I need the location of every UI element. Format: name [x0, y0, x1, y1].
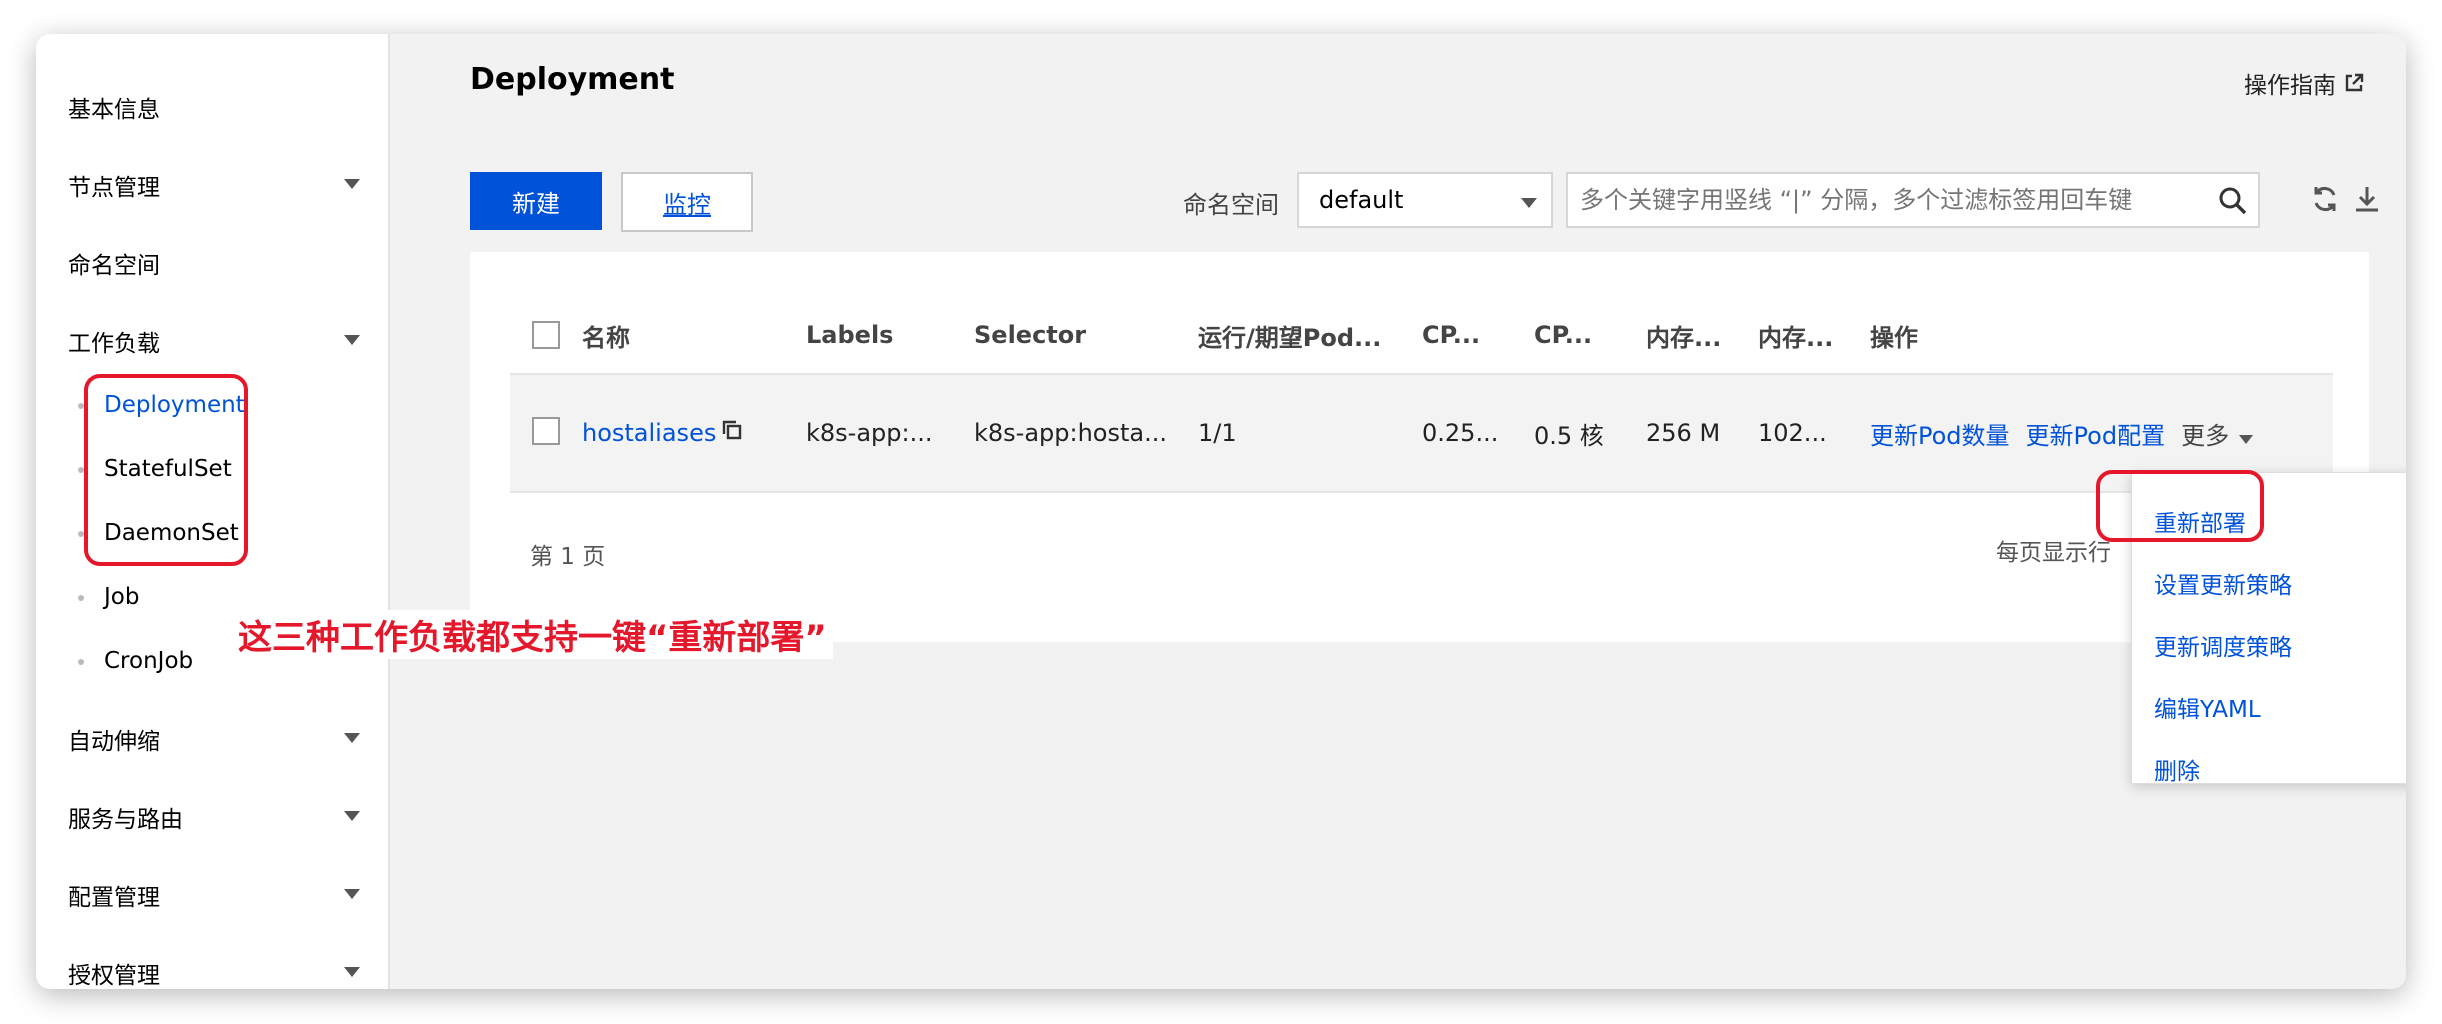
- select-all-checkbox[interactable]: [532, 321, 560, 349]
- chevron-down-icon: [344, 335, 360, 345]
- sidebar-item-label: 命名空间: [68, 253, 160, 279]
- sidebar-item-label: 节点管理: [68, 175, 160, 201]
- sidebar-subitem-label: Job: [104, 584, 140, 610]
- sidebar-item-workloads[interactable]: 工作负载: [68, 316, 368, 366]
- namespace-value: default: [1319, 186, 1404, 214]
- download-icon[interactable]: [2352, 184, 2382, 218]
- chevron-down-icon: [344, 811, 360, 821]
- chevron-down-icon: [2239, 434, 2254, 444]
- sidebar-item-namespaces[interactable]: 命名空间: [68, 238, 368, 288]
- monitor-button[interactable]: 监控: [621, 172, 753, 232]
- menu-item-delete[interactable]: 删除: [2154, 749, 2200, 789]
- copy-icon[interactable]: [720, 418, 744, 448]
- sidebar-item-autoscaling[interactable]: 自动伸缩: [68, 714, 368, 764]
- chevron-down-icon: [344, 733, 360, 743]
- update-pod-config-link[interactable]: 更新Pod配置: [2026, 416, 2166, 451]
- menu-item-edit-yaml[interactable]: 编辑YAML: [2154, 687, 2261, 727]
- deployment-name-cell: hostaliases: [582, 375, 744, 491]
- annotation-box-workloads: [84, 374, 248, 566]
- chevron-down-icon: [1521, 198, 1537, 208]
- menu-item-update-strategy[interactable]: 设置更新策略: [2154, 563, 2292, 603]
- per-page-label[interactable]: 每页显示行: [1996, 533, 2111, 567]
- column-header-selector[interactable]: Selector: [974, 297, 1086, 373]
- table-row: hostaliases k8s-app:... k8s-app:hosta...…: [510, 375, 2333, 493]
- more-menu-label: 更多: [2181, 421, 2230, 450]
- sidebar-item-label: 配置管理: [68, 885, 160, 911]
- sidebar-item-label: 工作负载: [68, 331, 160, 357]
- bullet-icon: [78, 659, 84, 665]
- sidebar-item-label: 基本信息: [68, 97, 160, 123]
- selector-cell: k8s-app:hosta...: [974, 419, 1167, 447]
- guide-link[interactable]: 操作指南: [2244, 66, 2364, 100]
- sidebar-item-label: 服务与路由: [68, 807, 183, 833]
- search-icon[interactable]: [2218, 186, 2248, 222]
- column-header-labels[interactable]: Labels: [806, 297, 893, 373]
- search-field[interactable]: [1566, 172, 2260, 228]
- sidebar-item-label: 授权管理: [68, 963, 160, 989]
- bullet-icon: [78, 595, 84, 601]
- refresh-icon[interactable]: [2310, 184, 2340, 218]
- external-link-icon: [2344, 73, 2364, 93]
- page-title: Deployment: [470, 62, 675, 97]
- annotation-box-redeploy: [2096, 470, 2264, 542]
- sidebar-item-label: 自动伸缩: [68, 729, 160, 755]
- create-button[interactable]: 新建: [470, 172, 602, 230]
- sidebar-item-services[interactable]: 服务与路由: [68, 792, 368, 842]
- cpu-limit-cell: 0.5 核: [1534, 421, 1604, 450]
- row-checkbox[interactable]: [532, 417, 560, 445]
- sidebar-item-basic-info[interactable]: 基本信息: [68, 82, 368, 132]
- menu-item-scheduling-strategy[interactable]: 更新调度策略: [2154, 625, 2292, 665]
- column-header-name[interactable]: 名称: [582, 297, 630, 373]
- namespace-select[interactable]: default: [1297, 172, 1553, 228]
- update-pod-count-link[interactable]: 更新Pod数量: [1870, 416, 2010, 451]
- column-header-mem-limit[interactable]: 内存...: [1758, 297, 1833, 373]
- table-header: 名称 Labels Selector 运行/期望Pod... CP... CP.…: [510, 297, 2333, 375]
- annotation-text: 这三种工作负载都支持一键“重新部署”: [232, 610, 833, 659]
- labels-cell: k8s-app:...: [806, 419, 933, 447]
- column-header-actions: 操作: [1870, 323, 1918, 352]
- sidebar-item-config[interactable]: 配置管理: [68, 870, 368, 920]
- cpu-request-cell: 0.25...: [1422, 419, 1499, 447]
- pods-cell: 1/1: [1198, 419, 1237, 447]
- guide-link-label: 操作指南: [2244, 73, 2336, 99]
- more-menu-button[interactable]: 更多: [2181, 416, 2254, 451]
- deployment-name-link[interactable]: hostaliases: [582, 419, 716, 447]
- chevron-down-icon: [344, 179, 360, 189]
- column-header-pods[interactable]: 运行/期望Pod...: [1198, 297, 1381, 373]
- chevron-down-icon: [344, 967, 360, 977]
- chevron-down-icon: [344, 889, 360, 899]
- mem-limit-cell: 102...: [1758, 419, 1827, 447]
- sidebar-subitem-cronjob[interactable]: CronJob: [78, 638, 194, 684]
- column-header-mem-request[interactable]: 内存...: [1646, 297, 1721, 373]
- sidebar-subitem-job[interactable]: Job: [78, 574, 140, 620]
- search-input[interactable]: [1578, 185, 2182, 215]
- mem-request-cell: 256 M: [1646, 419, 1721, 447]
- deployment-table-panel: 名称 Labels Selector 运行/期望Pod... CP... CP.…: [470, 252, 2369, 642]
- sidebar-subitem-label: CronJob: [104, 648, 194, 674]
- sidebar-item-authorization[interactable]: 授权管理: [68, 948, 368, 989]
- sidebar-item-nodes[interactable]: 节点管理: [68, 160, 368, 210]
- column-header-cpu-limit[interactable]: CP...: [1534, 297, 1592, 373]
- column-header-cpu-request[interactable]: CP...: [1422, 297, 1480, 373]
- namespace-label: 命名空间: [1183, 191, 1279, 219]
- page-indicator: 第 1 页: [530, 544, 606, 570]
- app-window: 基本信息 节点管理 命名空间 工作负载 Deployment StatefulS…: [36, 34, 2406, 989]
